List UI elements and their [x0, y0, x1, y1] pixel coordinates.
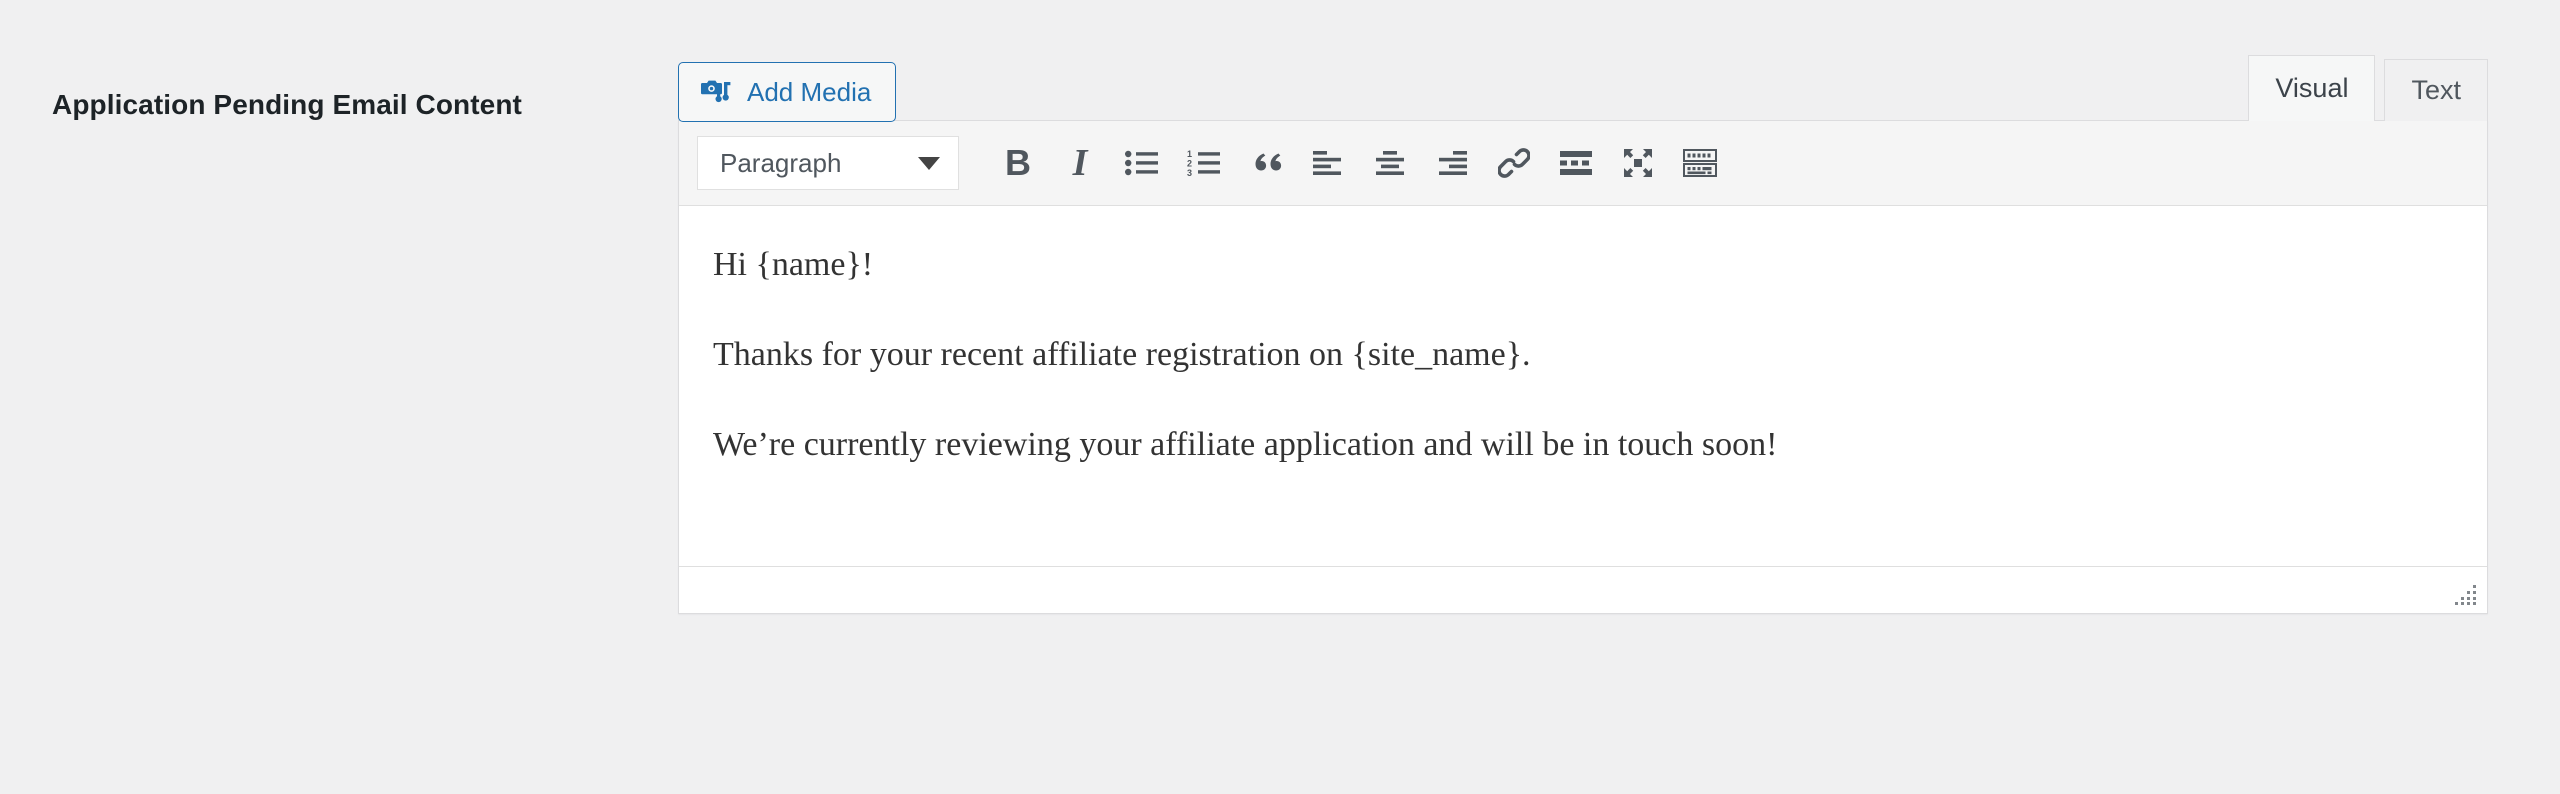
editor-content-area[interactable]: Hi {name}! Thanks for your recent affili… — [679, 206, 2487, 566]
wp-editor: Add Media Visual Text Paragraph B I 1 2 … — [678, 42, 2488, 614]
italic-icon: I — [1072, 142, 1088, 184]
numbered-list-icon: 1 2 3 — [1187, 149, 1221, 177]
paragraph-format-select[interactable]: Paragraph — [697, 136, 959, 190]
svg-text:3: 3 — [1187, 168, 1192, 177]
toolbar-toggle-button[interactable] — [1669, 134, 1731, 192]
align-left-button[interactable] — [1297, 134, 1359, 192]
settings-field-row: Application Pending Email Content Add Me… — [0, 0, 2560, 794]
svg-text:2: 2 — [1187, 159, 1192, 169]
link-icon — [1498, 148, 1530, 178]
tab-visual[interactable]: Visual — [2248, 55, 2376, 121]
fullscreen-button[interactable] — [1607, 134, 1669, 192]
numbered-list-button[interactable]: 1 2 3 — [1173, 134, 1235, 192]
editor-topbar: Add Media Visual Text — [678, 42, 2488, 122]
blockquote-icon — [1249, 149, 1283, 177]
align-left-icon — [1312, 150, 1344, 176]
align-right-icon — [1436, 150, 1468, 176]
editor-mode-tabs: Visual Text — [2239, 50, 2488, 121]
resize-grip-icon[interactable] — [2453, 581, 2479, 607]
add-media-label: Add Media — [747, 77, 872, 107]
bold-button[interactable]: B — [987, 134, 1049, 192]
insert-link-button[interactable] — [1483, 134, 1545, 192]
media-camera-music-icon — [701, 78, 731, 106]
kitchen-sink-icon — [1683, 149, 1717, 177]
read-more-button[interactable] — [1545, 134, 1607, 192]
add-media-button[interactable]: Add Media — [678, 62, 897, 122]
fullscreen-arrows-icon — [1622, 147, 1654, 179]
align-center-icon — [1374, 150, 1406, 176]
blockquote-button[interactable] — [1235, 134, 1297, 192]
editor-statusbar — [679, 566, 2487, 613]
svg-text:1: 1 — [1187, 149, 1192, 159]
bulleted-list-icon — [1125, 149, 1159, 177]
bulleted-list-button[interactable] — [1111, 134, 1173, 192]
paragraph-format-value: Paragraph — [720, 147, 842, 178]
bold-icon: B — [1005, 142, 1031, 183]
editor-formatting-toolbar: Paragraph B I 1 2 3 — [679, 121, 2487, 206]
editor-container: Paragraph B I 1 2 3 Hi {name}! Thanks fo… — [678, 120, 2488, 614]
read-more-icon — [1559, 150, 1593, 176]
tab-text[interactable]: Text — [2384, 59, 2488, 121]
align-center-button[interactable] — [1359, 134, 1421, 192]
italic-button[interactable]: I — [1049, 134, 1111, 192]
editor-paragraph: Hi {name}! — [713, 246, 874, 283]
editor-paragraph: Thanks for your recent affiliate registr… — [713, 335, 1531, 373]
chevron-down-icon — [918, 156, 940, 170]
align-right-button[interactable] — [1421, 134, 1483, 192]
page-title: Application Pending Email Content — [52, 89, 522, 120]
editor-paragraph: We’re currently reviewing your affiliate… — [713, 425, 1778, 463]
